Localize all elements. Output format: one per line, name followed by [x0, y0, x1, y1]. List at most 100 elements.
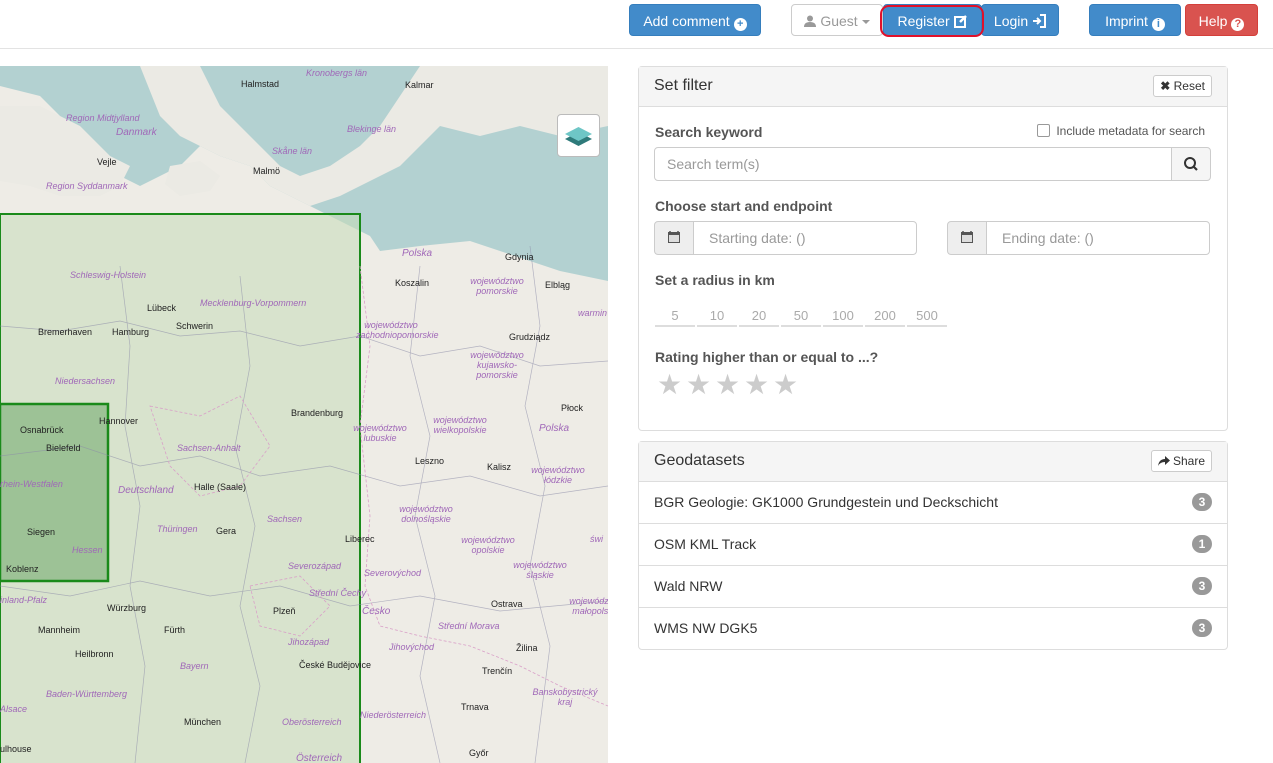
search-keyword-label: Search keyword [655, 124, 763, 140]
map-label: Alsace [0, 704, 28, 714]
calendar-icon [668, 231, 680, 243]
list-item[interactable]: BGR Geologie: GK1000 Grundgestein und De… [639, 482, 1227, 524]
map-label: Deutschland [118, 485, 174, 496]
map-label: województwo kujawsko-pomorskie [470, 350, 524, 380]
dataset-name: WMS NW DGK5 [654, 620, 758, 636]
map-label: województwo dolnośląskie [399, 504, 453, 524]
search-placeholder: Search term(s) [667, 156, 760, 172]
map-label: Trenčín [482, 666, 513, 676]
imprint-button[interactable]: Imprint i [1089, 4, 1181, 36]
map-label: Vejle [97, 157, 117, 167]
filter-panel: Set filter ✖ Reset Search keyword Includ… [638, 66, 1228, 431]
reset-button[interactable]: ✖ Reset [1153, 75, 1212, 97]
star-icon[interactable]: ★ [744, 370, 769, 400]
layer-switcher-button[interactable] [557, 114, 600, 157]
share-button[interactable]: Share [1150, 450, 1212, 472]
map-label: Osnabrück [20, 425, 64, 435]
reset-label: Reset [1173, 79, 1205, 93]
map-label: województwo zachodniopomorskie [356, 320, 439, 340]
map-label: Płock [561, 403, 584, 413]
star-icon[interactable]: ★ [686, 370, 711, 400]
radius-option-5[interactable]: 5 [655, 308, 695, 327]
dataset-name: Wald NRW [654, 578, 723, 594]
add-comment-label: Add comment [643, 13, 730, 29]
count-badge: 3 [1192, 493, 1212, 511]
map-label: województwo małopolskie [569, 596, 608, 616]
end-date-input[interactable]: Ending date: () [986, 221, 1210, 255]
list-item[interactable]: WMS NW DGK5 3 [639, 608, 1227, 649]
map-label: Ostrava [491, 599, 523, 609]
radius-option-200[interactable]: 200 [865, 308, 905, 327]
dataset-name: BGR Geologie: GK1000 Grundgestein und De… [654, 494, 998, 510]
search-button[interactable] [1171, 147, 1211, 181]
map-label: Österreich [296, 753, 343, 763]
map-label: Elbląg [545, 280, 571, 290]
map-label: województwo lubuskie [353, 423, 407, 443]
star-icon[interactable]: ★ [773, 370, 798, 400]
map-label: warmin [578, 308, 608, 318]
map-label: Halle (Saale) [194, 482, 247, 492]
end-date-addon[interactable] [947, 221, 987, 255]
help-label: Help [1198, 13, 1228, 29]
start-date-input[interactable]: Starting date: () [693, 221, 917, 255]
close-icon: ✖ [1160, 79, 1171, 93]
map-label: Mecklenburg-Vorpommern [200, 298, 307, 308]
map-label: Bremerhaven [38, 327, 93, 337]
map-label: Polska [402, 248, 433, 259]
guest-dropdown[interactable]: Guest [791, 4, 883, 36]
count-badge: 1 [1192, 535, 1212, 553]
search-input[interactable]: Search term(s) [654, 147, 1172, 181]
date-range-label: Choose start and endpoint [655, 198, 833, 214]
filter-panel-title: Set filter [654, 77, 713, 94]
start-date-placeholder: Starting date: () [709, 230, 806, 246]
map-label: Kalisz [487, 462, 512, 472]
map-label: Trnava [461, 702, 489, 712]
map-label: ulhouse [0, 744, 32, 754]
radius-option-500[interactable]: 500 [907, 308, 947, 327]
map-label: Würzburg [107, 603, 147, 613]
map-label: Polska [539, 423, 570, 434]
login-button[interactable]: Login [981, 4, 1059, 36]
start-date-addon[interactable] [654, 221, 694, 255]
map-label: Bielefeld [46, 443, 81, 453]
map-label: województwo wielkopolskie [433, 415, 487, 435]
list-item[interactable]: Wald NRW 3 [639, 566, 1227, 608]
metadata-checkbox[interactable] [1037, 124, 1050, 137]
imprint-label: Imprint [1105, 13, 1148, 29]
radius-option-20[interactable]: 20 [739, 308, 779, 327]
map-label: inland-Pfalz [0, 595, 48, 605]
map-label: Hannover [99, 416, 139, 426]
radius-option-100[interactable]: 100 [823, 308, 863, 327]
map-label: Niedersachsen [55, 376, 116, 386]
help-button[interactable]: Help? [1185, 4, 1258, 36]
metadata-checkbox-row[interactable]: Include metadata for search [1037, 124, 1205, 138]
map-label: České Budějovice [299, 660, 372, 670]
map-label: Severozápad [288, 561, 342, 571]
geodatasets-list: BGR Geologie: GK1000 Grundgestein und De… [639, 482, 1227, 649]
map-label: województwo pomorskie [470, 276, 524, 296]
add-comment-button[interactable]: Add comment + [629, 4, 761, 36]
list-item[interactable]: OSM KML Track 1 [639, 524, 1227, 566]
map-label: Lübeck [147, 303, 177, 313]
radius-option-50[interactable]: 50 [781, 308, 821, 327]
end-date-placeholder: Ending date: () [1002, 230, 1094, 246]
map-label: Sachsen-Anhalt [177, 443, 241, 453]
star-icon[interactable]: ★ [715, 370, 740, 400]
dataset-name: OSM KML Track [654, 536, 757, 552]
map-label: Mannheim [38, 625, 81, 635]
map-label: Leszno [415, 456, 445, 466]
star-icon[interactable]: ★ [657, 370, 682, 400]
map-label: rhein-Westfalen [0, 479, 63, 489]
map-view[interactable]: Kronobergs län Halmstad Kalmar Region Mi… [0, 66, 608, 763]
sign-in-icon [1033, 14, 1047, 28]
map-label: Schleswig-Holstein [70, 270, 147, 280]
map-label: województwo opolskie [461, 535, 515, 555]
map-label: Kalmar [405, 80, 434, 90]
map-label: Heilbronn [75, 649, 114, 659]
map-label: Siegen [27, 527, 56, 537]
radius-option-10[interactable]: 10 [697, 308, 737, 327]
map-label: München [184, 717, 222, 727]
map-label: świ [590, 534, 603, 544]
geodatasets-panel-header: Geodatasets Share [639, 442, 1227, 482]
count-badge: 3 [1192, 577, 1212, 595]
